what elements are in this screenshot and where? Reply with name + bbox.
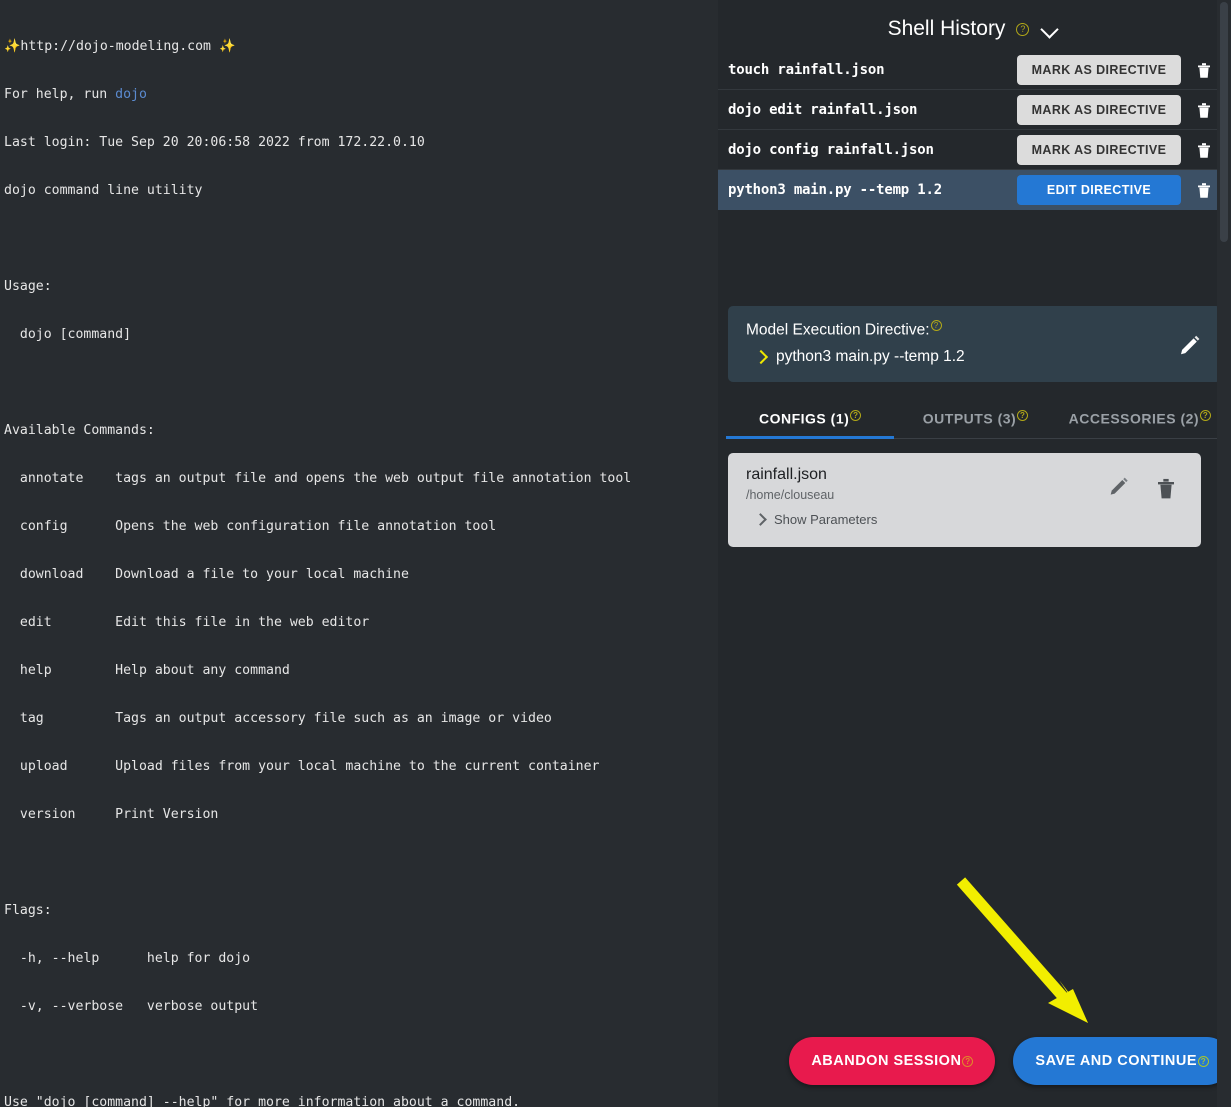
history-row[interactable]: touch rainfall.json MARK AS DIRECTIVE xyxy=(718,50,1231,90)
app-root: ✨http://dojo-modeling.com ✨ For help, ru… xyxy=(0,0,1231,1107)
help-icon-configs[interactable]: ? xyxy=(850,410,862,422)
tab-configs[interactable]: CONFIGS (1)? xyxy=(726,400,895,439)
config-card-info: rainfall.json /home/clouseau Show Parame… xyxy=(746,466,1107,527)
tab-accessories-label: ACCESSORIES (2) xyxy=(1068,410,1200,427)
history-row[interactable]: dojo edit rainfall.json MARK AS DIRECTIV… xyxy=(718,90,1231,130)
directive-label-row: Model Execution Directive:? xyxy=(746,320,1177,339)
right-panel: Shell History? touch rainfall.json MARK … xyxy=(718,0,1231,1107)
directive-command-row: python3 main.py --temp 1.2 xyxy=(746,348,1177,366)
directive-command: python3 main.py --temp 1.2 xyxy=(776,348,965,366)
delete-history-icon[interactable] xyxy=(1189,175,1219,205)
history-command: touch rainfall.json xyxy=(728,61,885,78)
help-icon-accessories[interactable]: ? xyxy=(1200,410,1212,422)
abandon-session-label: ABANDON SESSION xyxy=(811,1053,962,1069)
edit-config-pencil-icon[interactable] xyxy=(1107,476,1133,502)
vertical-scrollbar[interactable] xyxy=(1217,0,1231,1107)
terminal-url: http://dojo-modeling.com xyxy=(20,39,211,54)
shell-history-list: touch rainfall.json MARK AS DIRECTIVE do… xyxy=(718,50,1231,210)
terminal-line: Flags: xyxy=(4,903,52,918)
tab-accessories[interactable]: ACCESSORIES (2)? xyxy=(1057,400,1223,438)
delete-config-trash-icon[interactable] xyxy=(1155,476,1181,502)
edit-directive-pencil-icon[interactable] xyxy=(1177,334,1205,362)
terminal-help-command[interactable]: dojo xyxy=(115,87,147,102)
history-command: dojo config rainfall.json xyxy=(728,141,934,158)
help-icon-abandon[interactable]: ? xyxy=(962,1055,974,1067)
history-row-selected[interactable]: python3 main.py --temp 1.2 EDIT DIRECTIV… xyxy=(718,170,1231,210)
file-tabs: CONFIGS (1)? OUTPUTS (3)? ACCESSORIES (2… xyxy=(726,400,1223,439)
terminal-line: version Print Version xyxy=(4,807,219,822)
show-parameters-label: Show Parameters xyxy=(774,511,878,527)
model-execution-directive-panel: Model Execution Directive:? python3 main… xyxy=(728,306,1221,383)
terminal-help-line: For help, run dojo xyxy=(4,87,718,103)
chevron-down-icon[interactable] xyxy=(1039,18,1061,40)
chevron-right-icon xyxy=(756,513,765,526)
help-icon-shell-history[interactable]: ? xyxy=(1016,22,1030,36)
save-and-continue-button[interactable]: SAVE AND CONTINUE? xyxy=(1013,1037,1231,1085)
delete-history-icon[interactable] xyxy=(1189,95,1219,125)
directive-label: Model Execution Directive: xyxy=(746,321,930,339)
terminal-line: download Download a file to your local m… xyxy=(4,567,409,582)
mark-as-directive-button[interactable]: MARK AS DIRECTIVE xyxy=(1017,54,1181,85)
terminal-line: upload Upload files from your local mach… xyxy=(4,759,600,774)
edit-directive-button[interactable]: EDIT DIRECTIVE xyxy=(1017,174,1181,205)
config-card-list: rainfall.json /home/clouseau Show Parame… xyxy=(728,452,1201,547)
terminal-banner-line: ✨http://dojo-modeling.com ✨ xyxy=(4,39,718,55)
terminal-line: help Help about any command xyxy=(4,663,290,678)
terminal-line: edit Edit this file in the web editor xyxy=(4,615,370,630)
mark-as-directive-button[interactable]: MARK AS DIRECTIVE xyxy=(1017,94,1181,125)
help-icon-save[interactable]: ? xyxy=(1198,1055,1209,1067)
tab-outputs[interactable]: OUTPUTS (3)? xyxy=(900,400,1050,438)
terminal-line: Available Commands: xyxy=(4,423,155,438)
terminal-line: dojo command line utility xyxy=(4,183,203,198)
delete-history-icon[interactable] xyxy=(1189,55,1219,85)
history-row[interactable]: dojo config rainfall.json MARK AS DIRECT… xyxy=(718,130,1231,170)
tab-configs-label: CONFIGS (1) xyxy=(758,410,850,427)
save-and-continue-label: SAVE AND CONTINUE xyxy=(1035,1053,1197,1069)
terminal-line: -v, --verbose verbose output xyxy=(4,999,259,1014)
history-command: python3 main.py --temp 1.2 xyxy=(728,181,942,198)
scrollbar-thumb[interactable] xyxy=(1220,2,1228,242)
delete-history-icon[interactable] xyxy=(1189,135,1219,165)
terminal-help-prefix: For help, run xyxy=(4,87,116,102)
tab-outputs-label: OUTPUTS (3) xyxy=(922,410,1017,427)
config-file-name: rainfall.json xyxy=(746,465,827,483)
terminal-line: tag Tags an output accessory file such a… xyxy=(4,711,552,726)
mark-as-directive-button[interactable]: MARK AS DIRECTIVE xyxy=(1017,134,1181,165)
terminal-line: -h, --help help for dojo xyxy=(4,951,251,966)
sparkle-icon-2: ✨ xyxy=(218,39,236,54)
terminal-line: dojo [command] xyxy=(4,327,132,342)
terminal-line: annotate tags an output file and opens t… xyxy=(4,471,632,486)
config-card[interactable]: rainfall.json /home/clouseau Show Parame… xyxy=(728,452,1201,547)
history-command: dojo edit rainfall.json xyxy=(728,101,918,118)
directive-content: Model Execution Directive:? python3 main… xyxy=(746,320,1177,366)
help-icon-outputs[interactable]: ? xyxy=(1017,410,1029,422)
chevron-right-icon xyxy=(756,350,766,364)
config-card-actions xyxy=(1107,476,1181,502)
config-file-path: /home/clouseau xyxy=(746,487,835,502)
terminal-pane[interactable]: ✨http://dojo-modeling.com ✨ For help, ru… xyxy=(0,0,718,1107)
shell-history-header: Shell History? xyxy=(718,0,1231,48)
abandon-session-button[interactable]: ABANDON SESSION? xyxy=(789,1037,996,1085)
terminal-line: Use "dojo [command] --help" for more inf… xyxy=(4,1095,521,1107)
show-parameters-toggle[interactable]: Show Parameters xyxy=(746,512,1107,527)
footer-actions: ABANDON SESSION? SAVE AND CONTINUE? xyxy=(718,1037,1231,1085)
shell-history-title: Shell History xyxy=(887,17,1006,40)
terminal-line: config Opens the web configuration file … xyxy=(4,519,497,534)
help-icon-directive[interactable]: ? xyxy=(930,320,942,331)
sparkle-icon: ✨ xyxy=(4,39,21,54)
terminal-line: Last login: Tue Sep 20 20:06:58 2022 fro… xyxy=(4,135,425,150)
terminal-line: Usage: xyxy=(4,279,52,294)
